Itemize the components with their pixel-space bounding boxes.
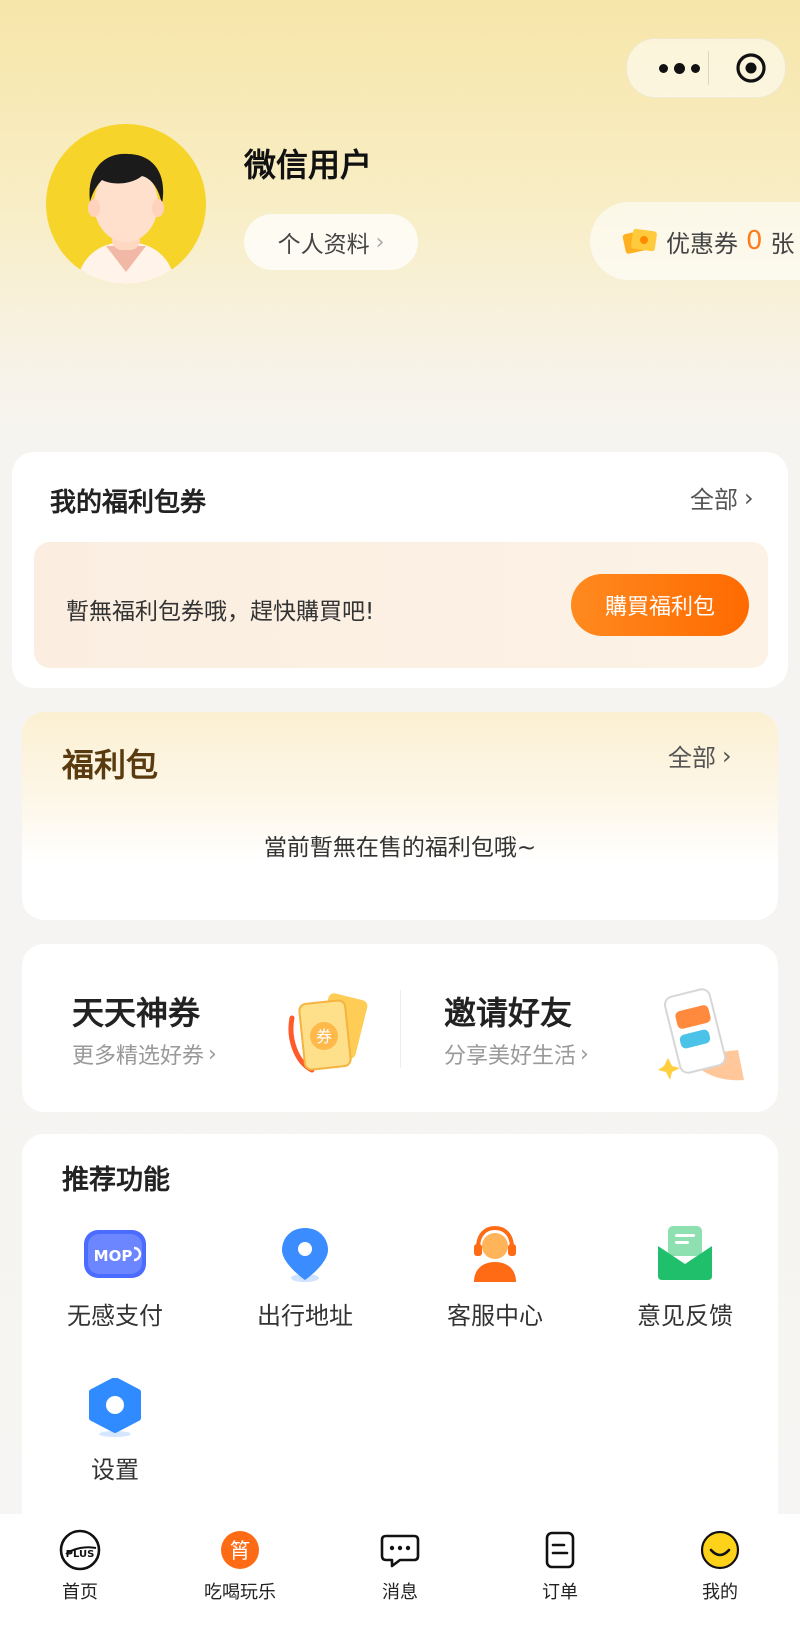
chevron-right-icon: ›	[208, 1041, 217, 1067]
voucher-section-title: 我的福利包券	[50, 488, 207, 518]
svg-text:MOP: MOP	[94, 1247, 133, 1265]
feature-label: 客服中心	[447, 1302, 543, 1330]
coupon-ticket-icon[interactable]: 券	[282, 988, 378, 1078]
package-section-title: 福利包	[62, 746, 159, 784]
tab-label: 首页	[62, 1582, 98, 1603]
tab-home[interactable]: PLUS 首页	[20, 1528, 140, 1604]
tab-label: 消息	[382, 1582, 418, 1603]
more-options-icon[interactable]	[649, 39, 709, 97]
invite-friends-title[interactable]: 邀请好友	[444, 988, 572, 1034]
tab-label: 订单	[542, 1582, 578, 1603]
chevron-right-icon: ›	[744, 483, 754, 512]
tab-orders[interactable]: 订单	[500, 1528, 620, 1604]
features-title: 推荐功能	[62, 1165, 170, 1196]
svg-text:筲: 筲	[230, 1539, 251, 1563]
profile-button[interactable]: 个人资料 ›	[244, 214, 418, 270]
tab-label: 我的	[702, 1582, 738, 1603]
daily-coupon-subtitle[interactable]: 更多精选好券 ›	[72, 1038, 217, 1070]
settings-hex-icon	[89, 1378, 141, 1437]
daily-coupon-title[interactable]: 天天神券	[72, 988, 200, 1034]
tab-me[interactable]: 我的	[660, 1528, 780, 1604]
phone-share-icon[interactable]	[658, 986, 750, 1082]
avatar-person-icon	[76, 153, 176, 284]
coupon-unit: 张	[770, 229, 795, 258]
plus-home-icon: PLUS	[59, 1529, 101, 1571]
promo-divider	[400, 990, 401, 1068]
chevron-right-icon: ›	[375, 229, 385, 255]
profile-button-label: 个人资料	[277, 232, 370, 258]
feature-travel-address[interactable]: 出行地址	[210, 1224, 400, 1331]
voucher-empty-text: 暫無福利包券哦，趕快購買吧!	[66, 599, 375, 625]
feature-feedback[interactable]: 意见反馈	[590, 1224, 780, 1331]
buy-package-button[interactable]: 購買福利包	[571, 574, 749, 636]
tab-food-fun[interactable]: 筲 吃喝玩乐	[180, 1528, 300, 1604]
svg-text:PLUS: PLUS	[66, 1549, 95, 1560]
smiley-icon	[700, 1530, 740, 1570]
coupon-tickets-icon	[622, 228, 657, 254]
username: 微信用户	[244, 146, 373, 184]
location-pin-icon	[282, 1228, 328, 1282]
message-bubble-icon	[380, 1534, 420, 1568]
view-all-label: 全部	[690, 486, 738, 514]
view-all-label: 全部	[668, 744, 716, 772]
tab-messages[interactable]: 消息	[340, 1528, 460, 1604]
feature-settings[interactable]: 设置	[20, 1378, 210, 1485]
chevron-right-icon: ›	[722, 741, 732, 770]
food-badge-icon: 筲	[221, 1531, 259, 1569]
coupon-entry[interactable]: 优惠券 0 张	[590, 202, 800, 280]
feature-contactless-pay[interactable]: MOP 无感支付	[20, 1224, 210, 1331]
chevron-right-icon: ›	[580, 1041, 589, 1067]
feature-label: 无感支付	[67, 1302, 163, 1330]
avatar[interactable]	[46, 124, 206, 284]
coupon-label: 优惠券	[666, 229, 738, 258]
voucher-view-all-link[interactable]: 全部 ›	[690, 480, 754, 515]
order-doc-icon	[545, 1531, 575, 1569]
close-target-icon[interactable]	[735, 52, 767, 84]
feature-label: 设置	[91, 1456, 139, 1484]
customer-service-icon	[474, 1225, 516, 1282]
feature-label: 出行地址	[257, 1302, 353, 1330]
mop-pay-icon: MOP	[84, 1230, 146, 1278]
mini-program-capsule	[626, 38, 786, 98]
daily-coupon-subtitle-text: 更多精选好券	[72, 1044, 205, 1069]
feedback-mail-icon	[658, 1226, 712, 1280]
package-view-all-link[interactable]: 全部 ›	[668, 738, 732, 773]
capsule-divider	[708, 51, 709, 85]
package-empty-text: 當前暫無在售的福利包哦~	[263, 835, 537, 861]
tab-label: 吃喝玩乐	[204, 1582, 276, 1603]
svg-text:券: 券	[316, 1027, 332, 1046]
feature-label: 意见反馈	[637, 1302, 733, 1330]
coupon-count: 0	[746, 226, 763, 256]
invite-friends-subtitle-text: 分享美好生活	[444, 1044, 577, 1069]
invite-friends-subtitle[interactable]: 分享美好生活 ›	[444, 1038, 589, 1070]
feature-customer-service[interactable]: 客服中心	[400, 1224, 590, 1331]
